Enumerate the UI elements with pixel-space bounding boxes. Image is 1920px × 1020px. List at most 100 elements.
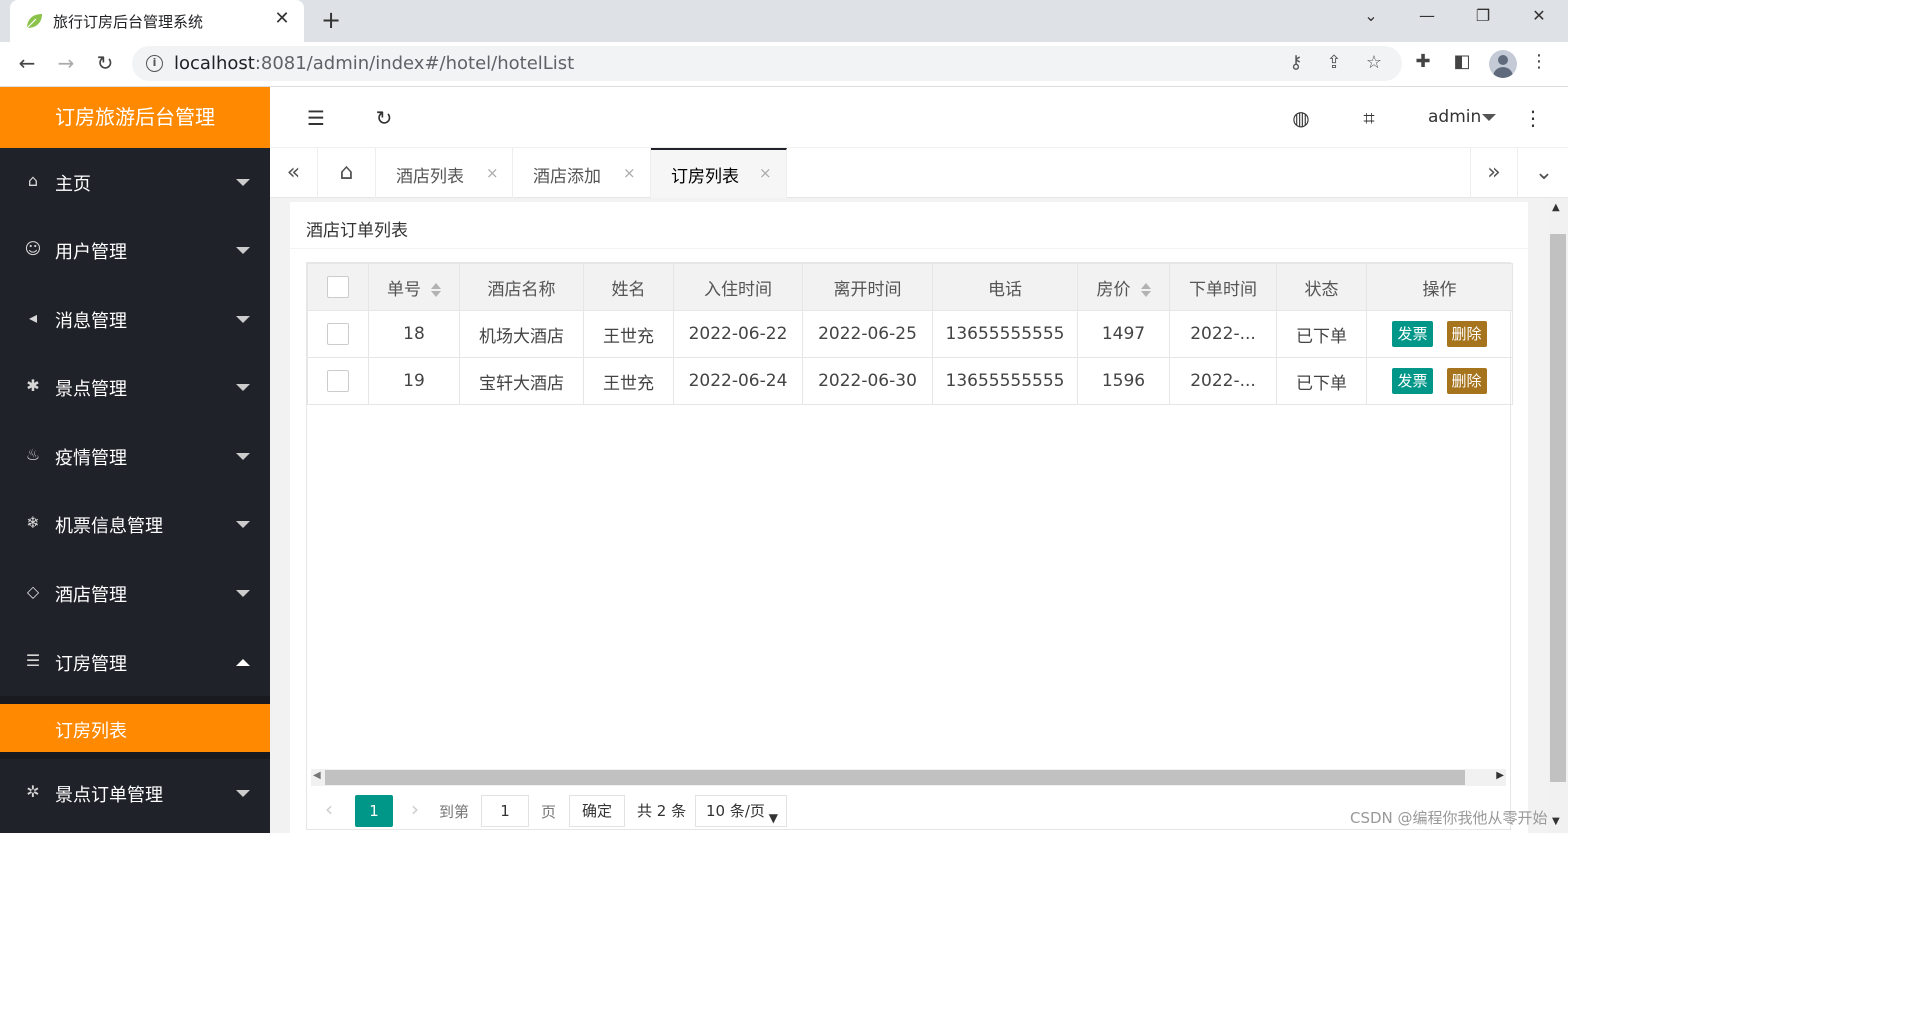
tag-icon[interactable]: ⌗ (1355, 106, 1383, 130)
goto-page-input[interactable]: 1 (481, 795, 529, 827)
caret-down-icon[interactable] (1482, 114, 1496, 121)
cell-name: 王世充 (583, 357, 674, 405)
scroll-right-icon[interactable]: ▶ (1496, 770, 1504, 781)
restore-button[interactable]: ❐ (1468, 6, 1498, 25)
forward-button[interactable]: → (53, 51, 79, 75)
tabs-scroll-right-icon[interactable]: » (1470, 148, 1518, 198)
invoice-button[interactable]: 发票 (1392, 368, 1433, 394)
home-tab-icon[interactable]: ⌂ (318, 148, 376, 198)
row-checkbox[interactable] (327, 370, 349, 392)
tab-label: 订房列表 (671, 167, 739, 187)
sidebar-subitem-booking-list[interactable]: 订房列表 (0, 704, 270, 752)
tab-label: 酒店列表 (396, 167, 464, 187)
close-icon[interactable]: × (486, 164, 499, 182)
tab-hotel-add[interactable]: 酒店添加 × (513, 148, 651, 198)
sidebar-item-home[interactable]: ⌂ 主页 (0, 148, 270, 216)
key-icon[interactable]: ⚷ (1284, 52, 1308, 73)
scroll-left-icon[interactable]: ◀ (313, 770, 321, 781)
sidebar-item-epidemic[interactable]: ♨ 疫情管理 (0, 422, 270, 490)
browser-tab[interactable]: 旅行订房后台管理系统 ✕ (10, 0, 304, 42)
header-actions: 操作 (1366, 263, 1513, 311)
window-close-button[interactable]: ✕ (1524, 6, 1554, 25)
cell-checkout: 2022-06-30 (802, 357, 933, 405)
collapse-menu-icon[interactable]: ☰ (302, 106, 330, 130)
refresh-icon[interactable]: ↻ (370, 106, 398, 130)
tab-search-icon[interactable]: ⌄ (1356, 6, 1386, 25)
sidebar-item-hotels[interactable]: ◇ 酒店管理 (0, 559, 270, 627)
snowflake-icon: ❄ (26, 513, 40, 532)
close-tab-icon[interactable]: ✕ (272, 8, 292, 29)
horizontal-scrollbar[interactable]: ◀ ▶ (311, 769, 1506, 786)
user-icon: ☺ (24, 239, 42, 258)
cell-hotel: 宝轩大酒店 (459, 357, 584, 405)
browser-tabstrip: 旅行订房后台管理系统 ✕ + ⌄ — ❐ ✕ (0, 0, 1568, 42)
table-row: 18 机场大酒店 王世充 2022-06-22 2022-06-25 13655… (307, 310, 1513, 358)
tab-booking-list[interactable]: 订房列表 × (651, 148, 787, 198)
site-info-icon[interactable]: i (146, 55, 163, 72)
back-button[interactable]: ← (14, 51, 40, 75)
tab-label: 酒店添加 (533, 167, 601, 187)
order-table: 单号 酒店名称 姓名 入住时间 离开时间 电话 房价 下单时间 状态 操作 18… (306, 262, 1513, 830)
admin-username[interactable]: admin (1428, 107, 1481, 127)
sidebar-item-attractions[interactable]: ✱ 景点管理 (0, 353, 270, 421)
browser-menu-icon[interactable]: ⋮ (1526, 51, 1552, 72)
new-tab-button[interactable]: + (320, 6, 342, 34)
row-checkbox[interactable] (327, 323, 349, 345)
app-brand: 订房旅游后台管理 (0, 87, 270, 148)
scroll-down-icon[interactable]: ▼ (1552, 816, 1560, 827)
list-icon: ☰ (25, 651, 41, 670)
header-id[interactable]: 单号 (368, 263, 460, 311)
main-content: 酒店订单列表 单号 酒店名称 姓名 入住时间 离开时间 电话 房价 下单时间 状… (270, 198, 1548, 833)
extensions-icon[interactable]: ✚ (1410, 51, 1436, 72)
close-icon[interactable]: × (759, 164, 772, 182)
invoice-button[interactable]: 发票 (1392, 321, 1433, 347)
sidebar-item-flights[interactable]: ❄ 机票信息管理 (0, 490, 270, 558)
sidebar-item-label: 订房管理 (55, 654, 127, 675)
profile-avatar[interactable] (1489, 50, 1517, 78)
next-page-button[interactable]: › (411, 797, 419, 821)
current-page[interactable]: 1 (355, 795, 393, 827)
confirm-button[interactable]: 确定 (569, 795, 625, 827)
prev-page-button[interactable]: ‹ (325, 797, 333, 821)
sidebar-item-messages[interactable]: ◂ 消息管理 (0, 285, 270, 353)
delete-button[interactable]: 删除 (1446, 321, 1487, 347)
tabs-scroll-left-icon[interactable]: « (270, 148, 318, 198)
scroll-up-icon[interactable]: ▲ (1552, 202, 1560, 213)
more-options-icon[interactable]: ⋮ (1519, 106, 1547, 130)
sidebar-item-attraction-orders[interactable]: ✲ 景点订单管理 (0, 759, 270, 827)
tab-hotel-list[interactable]: 酒店列表 × (376, 148, 513, 198)
caret-down-icon (236, 590, 250, 597)
cell-status: 已下单 (1276, 357, 1367, 405)
horizontal-scroll-thumb[interactable] (325, 770, 1465, 785)
delete-button[interactable]: 删除 (1446, 368, 1487, 394)
cell-actions: 发票 删除 (1366, 310, 1513, 358)
cell-id: 18 (368, 310, 460, 358)
fire-icon: ♨ (25, 445, 41, 464)
reload-button[interactable]: ↻ (92, 51, 118, 75)
home-icon: ⌂ (27, 171, 39, 190)
close-icon[interactable]: × (623, 164, 636, 182)
address-bar[interactable]: i localhost:8081/admin/index#/hotel/hote… (132, 46, 1402, 81)
caret-down-icon (236, 790, 250, 797)
diamond-icon: ◇ (26, 582, 40, 601)
share-icon[interactable]: ⇪ (1322, 52, 1346, 73)
gear-icon: ✲ (26, 782, 40, 801)
sidebar-item-label: 酒店管理 (55, 585, 127, 606)
palm-tree-icon: ✱ (26, 376, 40, 395)
sidebar-item-users[interactable]: ☺ 用户管理 (0, 216, 270, 284)
minimize-button[interactable]: — (1412, 6, 1442, 25)
tabs-menu-icon[interactable]: ⌄ (1520, 148, 1568, 198)
sidebar-panel-icon[interactable]: ◧ (1449, 51, 1475, 72)
sort-icon[interactable] (431, 282, 441, 298)
theme-palette-icon[interactable]: ◍ (1287, 106, 1315, 130)
vertical-scroll-thumb[interactable] (1550, 234, 1566, 782)
table-row: 19 宝轩大酒店 王世充 2022-06-24 2022-06-30 13655… (307, 357, 1513, 405)
header-hotel: 酒店名称 (459, 263, 584, 311)
bookmark-star-icon[interactable]: ☆ (1362, 52, 1386, 73)
sidebar-item-bookings[interactable]: ☰ 订房管理 (0, 628, 270, 696)
select-all-checkbox[interactable] (327, 276, 349, 298)
page-size-select[interactable]: 10 条/页 ▼ (695, 795, 787, 827)
sort-icon[interactable] (1140, 282, 1151, 298)
header-price[interactable]: 房价 (1077, 263, 1170, 311)
vertical-scrollbar[interactable]: ▲ ▼ (1548, 198, 1568, 833)
